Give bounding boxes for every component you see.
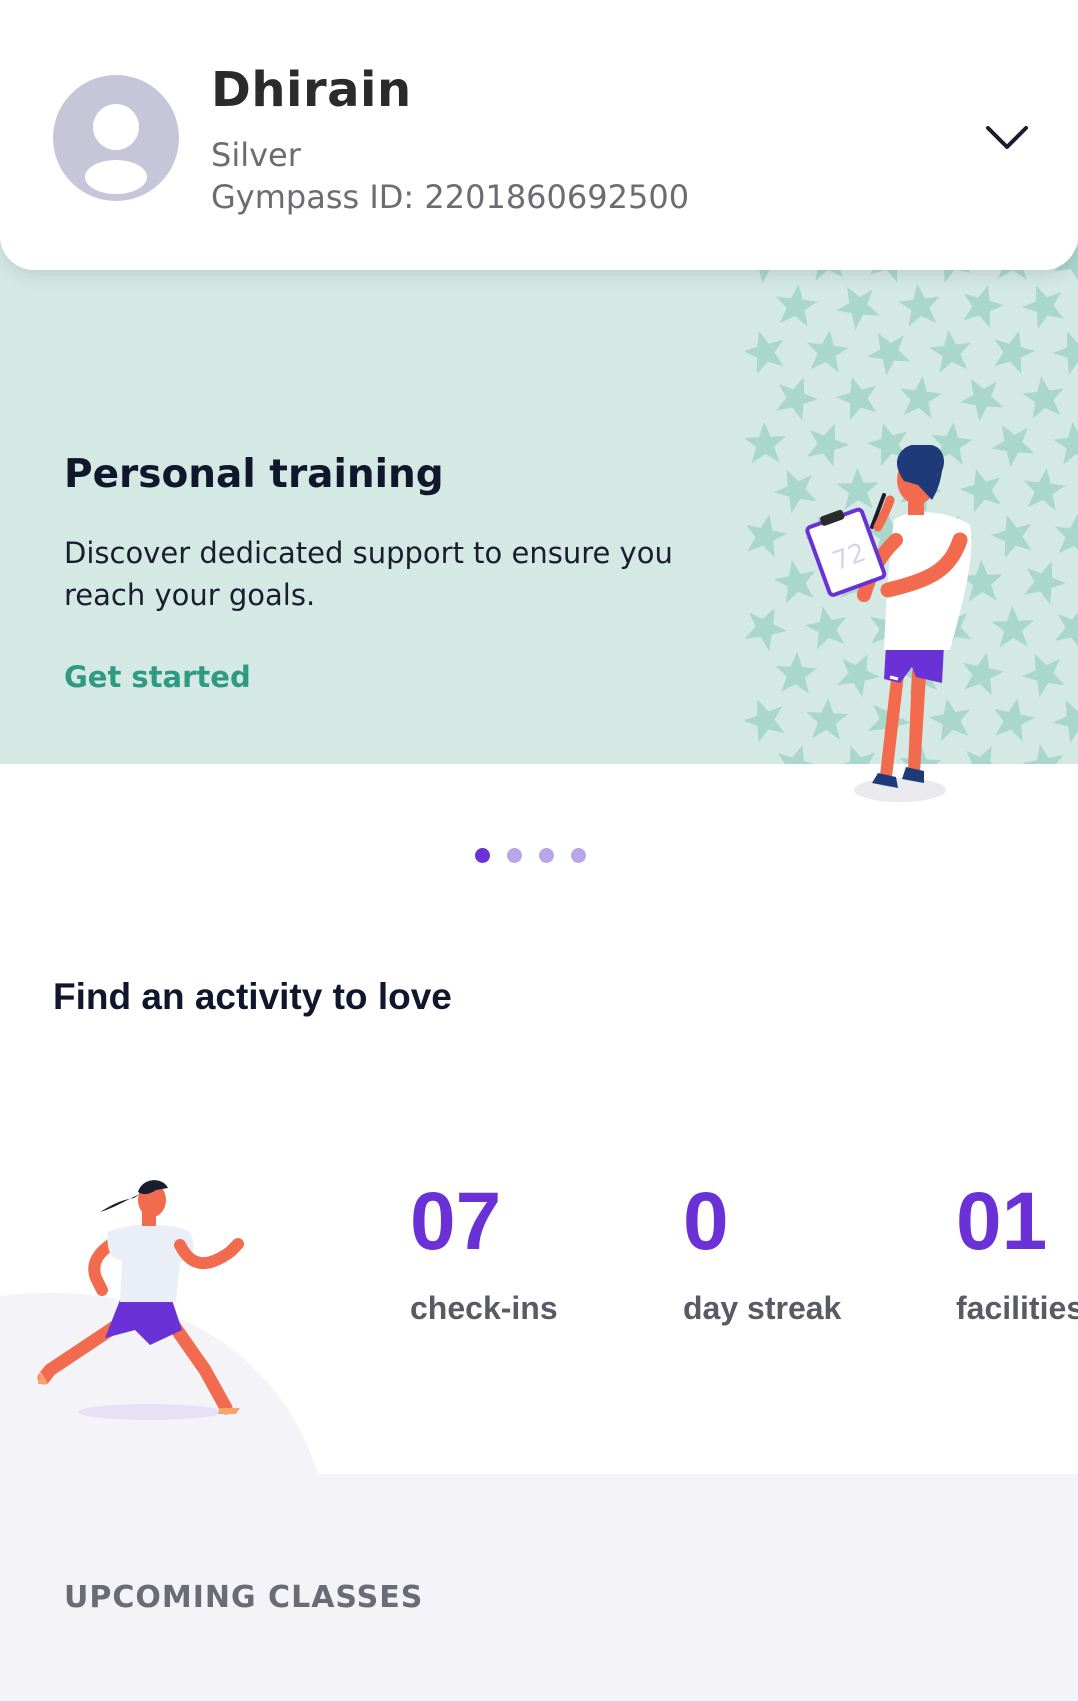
get-started-link[interactable]: Get started: [64, 660, 251, 694]
stat-check-ins: 07 check-ins: [410, 1180, 558, 1327]
stat-value: 07: [410, 1176, 502, 1267]
carousel-dot[interactable]: [507, 848, 522, 863]
trainer-illustration: 72: [805, 445, 972, 802]
avatar[interactable]: [53, 75, 179, 201]
stat-label: facilities: [956, 1290, 1078, 1326]
chevron-down-icon: [986, 126, 1028, 149]
banner-title: Personal training: [64, 452, 444, 497]
banner-description: Discover dedicated support to ensure you…: [64, 536, 673, 612]
expand-profile-button[interactable]: [970, 108, 1044, 168]
plan-label: Silver: [211, 136, 301, 174]
carousel-dot[interactable]: [539, 848, 554, 863]
carousel-pagination: [475, 848, 586, 863]
stat-facilities: 01 facilities: [956, 1180, 1078, 1327]
activity-section-title: Find an activity to love: [53, 976, 452, 1017]
carousel-dot[interactable]: [571, 848, 586, 863]
carousel-dot[interactable]: [475, 848, 490, 863]
stat-value: 0: [683, 1176, 729, 1267]
upcoming-classes-title: UPCOMING CLASSES: [64, 1580, 424, 1615]
user-silhouette-icon: [85, 104, 147, 194]
profile-name: Dhirain: [211, 62, 412, 118]
profile-header: Dhirain Silver Gympass ID: 2201860692500: [0, 0, 1078, 270]
stat-label: check-ins: [410, 1290, 558, 1326]
runner-illustration: [37, 1180, 244, 1420]
stat-value: 01: [956, 1176, 1048, 1267]
stat-day-streak: 0 day streak: [683, 1180, 841, 1327]
gympass-id: Gympass ID: 2201860692500: [211, 178, 690, 216]
stat-label: day streak: [683, 1290, 842, 1326]
